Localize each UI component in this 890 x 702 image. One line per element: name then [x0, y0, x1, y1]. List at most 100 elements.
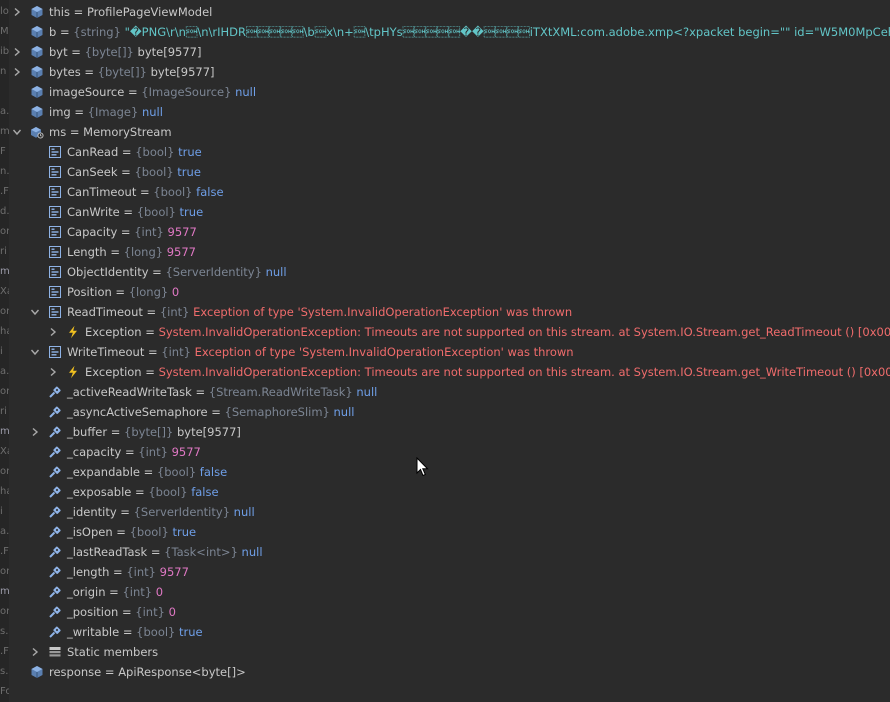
field-icon [48, 565, 62, 579]
variable-name: imageSource [49, 85, 125, 99]
variable-row-writable[interactable]: _writable = {bool} true [9, 622, 890, 642]
variable-name: Position [67, 285, 112, 299]
chevron-down-icon[interactable] [12, 127, 22, 137]
variable-row-ms[interactable]: ms = MemoryStream [9, 122, 890, 142]
variable-text: CanSeek = {bool} true [67, 162, 201, 182]
variables-tree[interactable]: this = ProfilePageViewModel b = {string} … [9, 2, 890, 702]
chevron-right-icon[interactable] [12, 47, 22, 57]
variable-row-length[interactable]: Length = {long} 9577 [9, 242, 890, 262]
variable-type: {Task<int>} [164, 545, 238, 559]
variable-row-lastreadtask[interactable]: _lastReadTask = {Task<int>} null [9, 542, 890, 562]
variable-value: 0 [168, 605, 176, 619]
variable-value: Exception of type 'System.InvalidOperati… [194, 345, 574, 359]
field-icon [48, 525, 62, 539]
chevron-right-icon[interactable] [30, 647, 40, 657]
variable-row-writetimeout[interactable]: WriteTimeout = {int} Exception of type '… [9, 342, 890, 362]
variable-value: Exception of type 'System.InvalidOperati… [193, 305, 573, 319]
variable-row-staticmembers[interactable]: Static members [9, 642, 890, 662]
variable-type: {bool} [129, 525, 169, 539]
equals-sign: = [80, 65, 98, 79]
object-icon [30, 45, 44, 59]
variable-text: _identity = {ServerIdentity} null [67, 502, 255, 522]
variable-type: {bool} [135, 145, 175, 159]
variable-text: CanTimeout = {bool} false [67, 182, 224, 202]
variable-value: 9577 [167, 225, 197, 239]
gutter-fragment: s. [0, 626, 9, 637]
variable-name: _isOpen [67, 525, 113, 539]
variable-type: {ServerIdentity} [165, 265, 262, 279]
chevron-right-icon[interactable] [48, 327, 58, 337]
gutter-fragment [0, 82, 9, 102]
variable-text: _length = {int} 9577 [67, 562, 189, 582]
chevron-down-icon[interactable] [30, 347, 40, 357]
variable-type: {byte[]} [124, 425, 174, 439]
variable-type: {bool} [153, 185, 193, 199]
variable-row-cantimeout[interactable]: CanTimeout = {bool} false [9, 182, 890, 202]
variable-value: ApiResponse<byte[]> [118, 665, 246, 679]
variable-row-bytes[interactable]: bytes = {byte[]} byte[9577] [9, 62, 890, 82]
variable-row-position[interactable]: Position = {long} 0 [9, 282, 890, 302]
variable-row-origin[interactable]: _origin = {int} 0 [9, 582, 890, 602]
variable-name: _asyncActiveSemaphore [67, 405, 208, 419]
variable-row-expandable[interactable]: _expandable = {bool} false [9, 462, 890, 482]
chevron-right-icon[interactable] [48, 367, 58, 377]
gutter-fragment: m [0, 586, 9, 597]
variable-row-imagesource[interactable]: imageSource = {ImageSource} null [9, 82, 890, 102]
variable-row-img[interactable]: img = {Image} null [9, 102, 890, 122]
variable-row-canwrite[interactable]: CanWrite = {bool} true [9, 202, 890, 222]
chevron-down-icon[interactable] [30, 307, 40, 317]
variable-row-activereadwritetask[interactable]: _activeReadWriteTask = {Stream.ReadWrite… [9, 382, 890, 402]
variable-name: CanRead [67, 145, 119, 159]
variable-text: _position = {int} 0 [67, 602, 176, 622]
variable-type: {byte[]} [97, 65, 147, 79]
variable-name: _lastReadTask [67, 545, 148, 559]
variable-row-this[interactable]: this = ProfilePageViewModel [9, 2, 890, 22]
variable-row-writetimeoutex[interactable]: Exception = System.InvalidOperationExcep… [9, 362, 890, 382]
variable-value: null [233, 505, 255, 519]
variable-text: _expandable = {bool} false [67, 462, 227, 482]
static-icon [48, 645, 62, 659]
gutter-fragment: ha [0, 486, 9, 497]
variable-value: 0 [155, 585, 164, 599]
variable-row-objectidentity[interactable]: ObjectIdentity = {ServerIdentity} null [9, 262, 890, 282]
gutter-fragment: a.F [0, 526, 9, 537]
variable-row-byt[interactable]: byt = {byte[]} byte[9577] [9, 42, 890, 62]
gutter-fragment: Fo [0, 686, 9, 697]
property-icon [48, 205, 62, 219]
variable-row-capacity[interactable]: _capacity = {int} 9577 [9, 442, 890, 462]
variable-row-b[interactable]: b = {string} "�PNG\r\n\n\rIHDR\bx… [9, 22, 890, 42]
variable-name: _exposable [67, 485, 132, 499]
variable-row-identity[interactable]: _identity = {ServerIdentity} null [9, 502, 890, 522]
chevron-right-icon[interactable] [12, 7, 22, 17]
variable-row-canread[interactable]: CanRead = {bool} true [9, 142, 890, 162]
gutter-fragment: m [0, 426, 9, 437]
variable-row-isopen[interactable]: _isOpen = {bool} true [9, 522, 890, 542]
equals-sign: = [56, 25, 74, 39]
variable-value: false [191, 485, 219, 499]
variable-row-exposable[interactable]: _exposable = {bool} false [9, 482, 890, 502]
variable-type: {Image} [87, 105, 139, 119]
equals-sign: = [131, 485, 149, 499]
equals-sign: = [141, 365, 159, 379]
variable-row-readtimeoutex[interactable]: Exception = System.InvalidOperationExcep… [9, 322, 890, 342]
variable-row-response[interactable]: response = ApiResponse<byte[]> [9, 662, 890, 682]
field-icon [48, 585, 62, 599]
variable-row-canseek[interactable]: CanSeek = {bool} true [9, 162, 890, 182]
equals-sign: = [106, 245, 124, 259]
field-icon [48, 465, 62, 479]
chevron-right-icon[interactable] [12, 67, 22, 77]
variable-row-buffer[interactable]: _buffer = {byte[]} byte[9577] [9, 422, 890, 442]
variable-row-readtimeout[interactable]: ReadTimeout = {int} Exception of type 'S… [9, 302, 890, 322]
variable-text: CanRead = {bool} true [67, 142, 202, 162]
equals-sign: = [207, 405, 225, 419]
variable-text: _asyncActiveSemaphore = {SemaphoreSlim} … [67, 402, 354, 422]
variable-row-length[interactable]: _length = {int} 9577 [9, 562, 890, 582]
chevron-right-icon[interactable] [30, 427, 40, 437]
variable-text: img = {Image} null [49, 102, 163, 122]
variable-row-position[interactable]: _position = {int} 0 [9, 602, 890, 622]
variable-text: _writable = {bool} true [67, 622, 203, 642]
variable-row-asyncactivesemaphore[interactable]: _asyncActiveSemaphore = {SemaphoreSlim} … [9, 402, 890, 422]
variable-value: null [141, 105, 163, 119]
variable-row-capacity[interactable]: Capacity = {int} 9577 [9, 222, 890, 242]
gutter-fragment: ri [0, 406, 7, 417]
